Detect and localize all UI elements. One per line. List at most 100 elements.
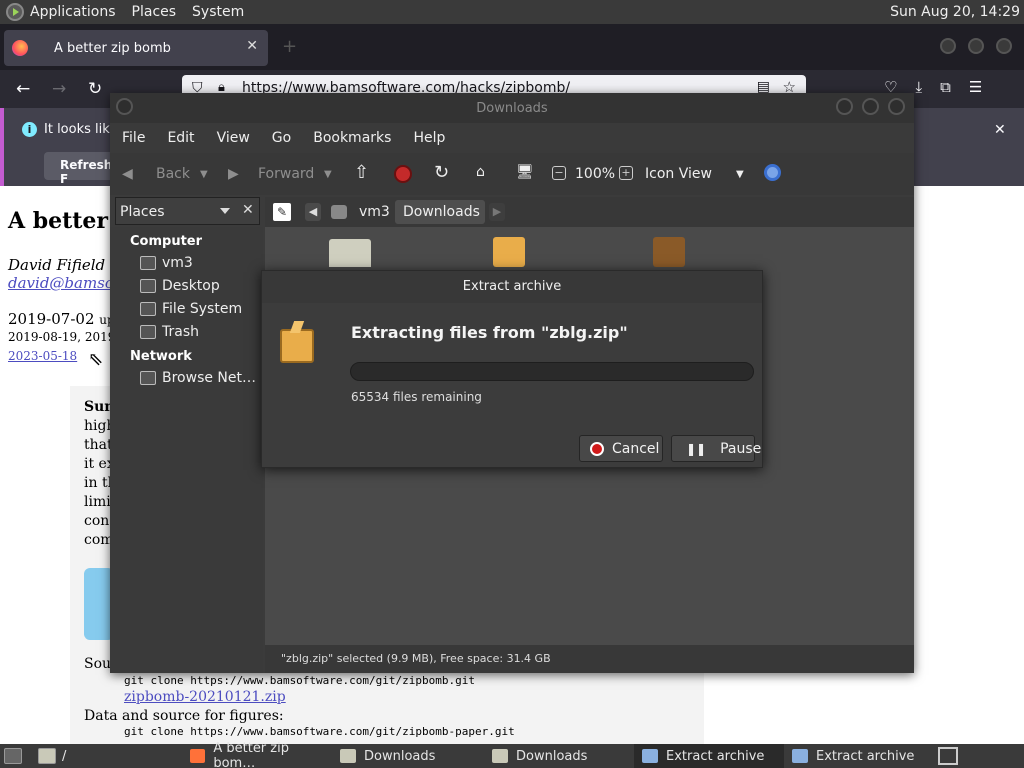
back-arrow-icon[interactable]: ◀ bbox=[122, 166, 133, 182]
folder-icon bbox=[340, 749, 356, 763]
sidebar-item-file-system[interactable]: File System bbox=[140, 301, 242, 317]
reload-icon[interactable]: ↻ bbox=[88, 79, 102, 99]
trash-icon bbox=[140, 325, 156, 339]
info-icon: i bbox=[22, 122, 37, 137]
computer-icon[interactable]: 🖥︎ bbox=[516, 164, 534, 180]
home-icon[interactable]: ⌂ bbox=[476, 164, 485, 180]
hamburger-menu-icon[interactable]: ☰ bbox=[969, 78, 982, 96]
menu-applications[interactable]: Applications bbox=[30, 4, 116, 20]
back-history-dropdown-icon[interactable]: ▼ bbox=[200, 169, 208, 180]
menu-go[interactable]: Go bbox=[272, 130, 291, 146]
cancel-label: Cancel bbox=[612, 440, 660, 457]
sidebar-item-vm3[interactable]: vm3 bbox=[140, 255, 193, 271]
extract-heading: Extracting files from "zblg.zip" bbox=[351, 323, 628, 342]
stop-icon[interactable] bbox=[394, 165, 412, 183]
taskbar-item-extract-archive[interactable]: Extract archive bbox=[634, 744, 784, 768]
zoom-in-icon[interactable]: + bbox=[619, 166, 633, 180]
folder-icon bbox=[492, 749, 508, 763]
desktop-folder-icon bbox=[140, 279, 156, 293]
taskbar-item-extract-archive[interactable]: Extract archive bbox=[784, 744, 934, 768]
tab-close-icon[interactable]: ✕ bbox=[246, 38, 258, 54]
home-folder-icon bbox=[331, 205, 347, 219]
close-icon[interactable] bbox=[996, 38, 1012, 54]
summary-line: limi bbox=[84, 494, 111, 510]
view-mode-select[interactable]: Icon View bbox=[645, 166, 712, 182]
minimize-icon[interactable] bbox=[836, 98, 853, 115]
notification-close-icon[interactable]: ✕ bbox=[994, 122, 1006, 138]
sidebar-selector[interactable]: Places ✕ bbox=[115, 197, 260, 225]
back-button[interactable]: Back bbox=[156, 166, 190, 182]
forward-arrow-icon[interactable]: → bbox=[52, 79, 66, 99]
firefox-tab[interactable]: A better zip bomb ✕ bbox=[4, 30, 268, 66]
menu-help[interactable]: Help bbox=[413, 130, 445, 146]
chevron-down-icon[interactable] bbox=[220, 208, 230, 214]
edit-location-icon[interactable]: ✎ bbox=[273, 203, 291, 221]
menu-view[interactable]: View bbox=[217, 130, 250, 146]
up-arrow-icon[interactable]: ⇧ bbox=[354, 162, 369, 183]
new-tab-button[interactable]: + bbox=[282, 36, 297, 57]
taskbar-item-downloads[interactable]: Downloads bbox=[332, 744, 482, 768]
show-desktop-icon[interactable] bbox=[4, 748, 22, 764]
view-mode-dropdown-icon[interactable]: ▼ bbox=[736, 169, 744, 180]
firefox-icon bbox=[190, 749, 206, 763]
sidebar-item-label: Desktop bbox=[162, 278, 220, 294]
folder-icon[interactable] bbox=[329, 239, 371, 267]
downloads-icon[interactable]: ⤓ bbox=[915, 78, 922, 96]
menu-logo-icon[interactable] bbox=[6, 3, 24, 21]
sidebar-close-icon[interactable]: ✕ bbox=[242, 202, 254, 218]
menu-file[interactable]: File bbox=[122, 130, 145, 146]
drive-icon bbox=[140, 302, 156, 316]
data-label: Data and source for figures: bbox=[84, 708, 284, 724]
archive-icon[interactable] bbox=[493, 237, 525, 267]
forward-history-dropdown-icon[interactable]: ▼ bbox=[324, 169, 332, 180]
menu-system[interactable]: System bbox=[192, 4, 244, 20]
cancel-button[interactable]: Cancel bbox=[579, 435, 663, 462]
taskbar-path[interactable]: / bbox=[62, 744, 66, 768]
back-arrow-icon[interactable]: ← bbox=[16, 79, 30, 99]
file-manager-titlebar[interactable]: Downloads bbox=[110, 93, 914, 123]
sidebar-item-browse-network[interactable]: Browse Net… bbox=[140, 370, 256, 386]
pause-icon: ❚❚ bbox=[686, 441, 707, 456]
date-main: 2019-07-02 bbox=[8, 310, 95, 328]
menu-bookmarks[interactable]: Bookmarks bbox=[313, 130, 391, 146]
network-icon bbox=[140, 371, 156, 385]
tab-title: A better zip bomb bbox=[54, 40, 171, 56]
folder-icon[interactable] bbox=[38, 748, 56, 764]
path-crumb-vm3[interactable]: vm3 bbox=[359, 204, 390, 220]
maximize-icon[interactable] bbox=[862, 98, 879, 115]
archive-icon[interactable] bbox=[653, 237, 685, 267]
firefox-window-controls bbox=[940, 38, 1012, 54]
taskbar-item-firefox[interactable]: A better zip bom… bbox=[182, 741, 330, 768]
forward-button[interactable]: Forward bbox=[258, 166, 314, 182]
zoom-out-icon[interactable]: − bbox=[552, 166, 566, 180]
notification-message: It looks like bbox=[44, 122, 118, 137]
taskbar-item-label: Downloads bbox=[364, 748, 436, 764]
window-title: Downloads bbox=[476, 101, 548, 116]
mouse-cursor-icon: ⇖ bbox=[88, 349, 104, 370]
reload-icon[interactable]: ↻ bbox=[434, 162, 449, 183]
minimize-icon[interactable] bbox=[940, 38, 956, 54]
taskbar-item-downloads[interactable]: Downloads bbox=[484, 744, 634, 768]
sidebar-item-desktop[interactable]: Desktop bbox=[140, 278, 220, 294]
maximize-icon[interactable] bbox=[968, 38, 984, 54]
close-icon[interactable] bbox=[888, 98, 905, 115]
path-right-arrow-icon[interactable]: ▶ bbox=[489, 203, 505, 221]
menu-places[interactable]: Places bbox=[132, 4, 177, 20]
path-left-arrow-icon[interactable]: ◀ bbox=[305, 203, 321, 221]
pause-button[interactable]: ❚❚ Pause bbox=[671, 435, 761, 462]
search-icon[interactable] bbox=[764, 164, 781, 181]
sidebar-section-network: Network bbox=[130, 349, 192, 364]
menu-edit[interactable]: Edit bbox=[167, 130, 194, 146]
summary-line: that bbox=[84, 437, 113, 453]
sidebar-item-trash[interactable]: Trash bbox=[140, 324, 199, 340]
sidebar: Computer vm3 Desktop File System Trash N… bbox=[110, 227, 263, 673]
forward-arrow-icon[interactable]: ▶ bbox=[228, 166, 239, 182]
path-crumb-downloads[interactable]: Downloads bbox=[403, 204, 480, 220]
date-link[interactable]: 2023-05-18 bbox=[8, 349, 77, 363]
clock[interactable]: Sun Aug 20, 14:29 bbox=[890, 4, 1020, 20]
workspace-switcher-icon[interactable] bbox=[938, 747, 958, 765]
extensions-icon[interactable]: ⧉ bbox=[940, 78, 951, 96]
dialog-title[interactable]: Extract archive bbox=[262, 271, 762, 303]
zip-download-link[interactable]: zipbomb-20210121.zip bbox=[124, 689, 286, 705]
author-email-link[interactable]: david@bamsoft bbox=[8, 274, 126, 292]
